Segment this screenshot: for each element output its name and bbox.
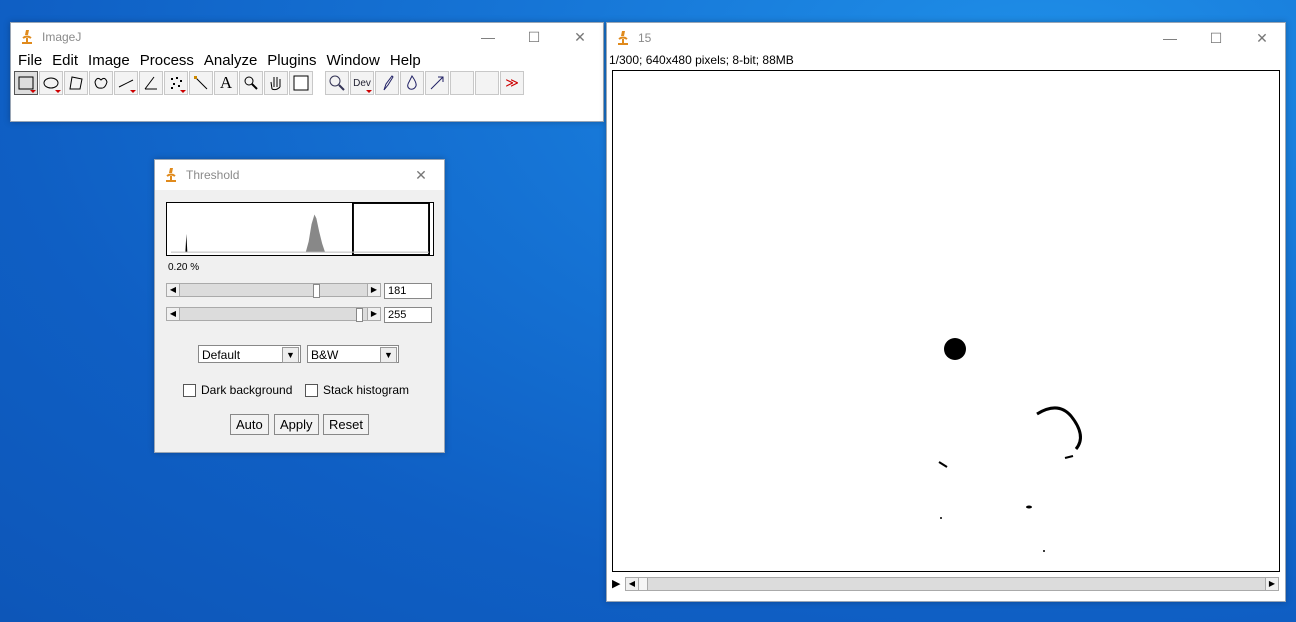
line-tool-icon[interactable] [114,71,138,95]
scroll-left-icon[interactable]: ◀ [626,578,639,590]
close-button[interactable]: ✕ [398,167,444,184]
reset-button[interactable]: Reset [323,414,369,435]
angle-tool-icon[interactable] [139,71,163,95]
image-info: 1/300; 640x480 pixels; 8-bit; 88MB [609,53,794,67]
stack-slider[interactable]: ◀ ▶ [625,577,1279,591]
text-tool-label: A [219,73,233,92]
more-tools-icon[interactable]: ≫ [500,71,524,95]
stack-histogram-option[interactable]: Stack histogram [305,383,410,398]
arc-shape [1036,406,1082,450]
display-value: B&W [311,348,339,362]
menu-edit[interactable]: Edit [47,52,83,69]
dev-tool-icon[interactable]: Dev [350,71,374,95]
slider-thumb[interactable] [356,308,363,322]
zoom-tool-icon[interactable] [325,71,349,95]
arc-tail [1064,455,1074,459]
method-select[interactable]: Default ▼ [198,345,301,363]
maximize-button[interactable]: ☐ [511,29,557,46]
image-titlebar[interactable]: 15 — ☐ ✕ [607,23,1285,53]
microscope-icon [618,31,628,45]
min-threshold-slider[interactable]: ◀ ▶ [166,283,381,298]
wand-tool-icon[interactable] [189,71,213,95]
arrow-tool-icon[interactable] [425,71,449,95]
method-value: Default [202,348,241,362]
speck-3 [940,517,942,519]
menu-analyze[interactable]: Analyze [199,52,262,69]
scroll-right-icon[interactable]: ▶ [367,308,380,320]
threshold-dialog: Threshold ✕ 0.20 % ◀ ▶ 181 ◀ ▶ 255 Defau… [154,159,445,453]
max-threshold-field[interactable]: 255 [384,307,432,323]
dark-background-checkbox[interactable] [183,384,196,398]
microscope-icon [22,30,32,44]
scroll-right-icon[interactable]: ▶ [1265,578,1278,590]
imagej-titlebar[interactable]: ImageJ — ☐ ✕ [11,23,603,51]
histogram-peak [305,214,326,253]
minimize-button[interactable]: — [465,29,511,45]
chevron-down-icon[interactable]: ▼ [282,347,299,363]
more-tools-label: ≫ [505,75,519,90]
menu-file[interactable]: File [13,52,47,69]
threshold-titlebar[interactable]: Threshold ✕ [155,160,444,190]
hand-tool-icon[interactable] [264,71,288,95]
histogram [166,202,434,256]
stack-histogram-checkbox[interactable] [305,384,318,398]
slider-thumb[interactable] [313,284,320,298]
stack-histogram-label: Stack histogram [323,383,410,397]
display-select[interactable]: B&W ▼ [307,345,399,363]
polygon-tool-icon[interactable] [64,71,88,95]
maximize-button[interactable]: ☐ [1193,30,1239,47]
max-threshold-slider[interactable]: ◀ ▶ [166,307,381,322]
rectangle-tool-icon[interactable] [14,71,38,95]
window-title: 15 [638,31,652,45]
menu-process[interactable]: Process [135,52,199,69]
microscope-icon [166,168,176,182]
image-canvas[interactable] [612,70,1280,572]
window-title: ImageJ [42,30,82,44]
dark-background-option[interactable]: Dark background [183,383,293,398]
dark-background-label: Dark background [201,383,293,397]
close-button[interactable]: ✕ [1239,30,1285,47]
oval-tool-icon[interactable] [39,71,63,95]
imagej-window: ImageJ — ☐ ✕ File Edit Image Process Ana… [10,22,604,122]
percent-label: 0.20 % [168,262,200,273]
menu-window[interactable]: Window [322,52,385,69]
threshold-range [352,203,430,255]
color-picker-tool-icon[interactable] [289,71,313,95]
dev-tool-label: Dev [353,77,371,89]
dialog-title: Threshold [186,168,240,182]
brush-tool-icon[interactable] [375,71,399,95]
auto-button[interactable]: Auto [230,414,269,435]
magnifier-tool-icon[interactable] [239,71,263,95]
min-threshold-field[interactable]: 181 [384,283,432,299]
menu-help[interactable]: Help [385,52,426,69]
speck-4 [1043,550,1045,552]
speck-1 [938,461,948,468]
close-button[interactable]: ✕ [557,29,603,46]
menu-image[interactable]: Image [83,52,135,69]
minimize-button[interactable]: — [1147,30,1193,46]
scroll-left-icon[interactable]: ◀ [167,308,180,320]
stack-play-icon[interactable]: ▶ [612,577,622,591]
blank-tool-2[interactable] [475,71,499,95]
menu-bar: File Edit Image Process Analyze Plugins … [11,51,603,70]
blank-tool-1[interactable] [450,71,474,95]
drop-tool-icon[interactable] [400,71,424,95]
scroll-left-icon[interactable]: ◀ [167,284,180,296]
freehand-tool-icon[interactable] [89,71,113,95]
toolbar: A Dev ≫ [11,70,603,96]
image-window: 15 — ☐ ✕ 1/300; 640x480 pixels; 8-bit; 8… [606,22,1286,602]
histogram-spike [185,233,188,253]
menu-plugins[interactable]: Plugins [262,52,321,69]
speck-2 [1026,505,1032,509]
toolbar-gap [314,71,324,95]
apply-button[interactable]: Apply [274,414,319,435]
scroll-thumb[interactable] [639,578,648,590]
scroll-right-icon[interactable]: ▶ [367,284,380,296]
point-tool-icon[interactable] [164,71,188,95]
blob-large [944,338,966,360]
thresholded-image [938,338,1082,552]
text-tool-icon[interactable]: A [214,71,238,95]
chevron-down-icon[interactable]: ▼ [380,347,397,363]
